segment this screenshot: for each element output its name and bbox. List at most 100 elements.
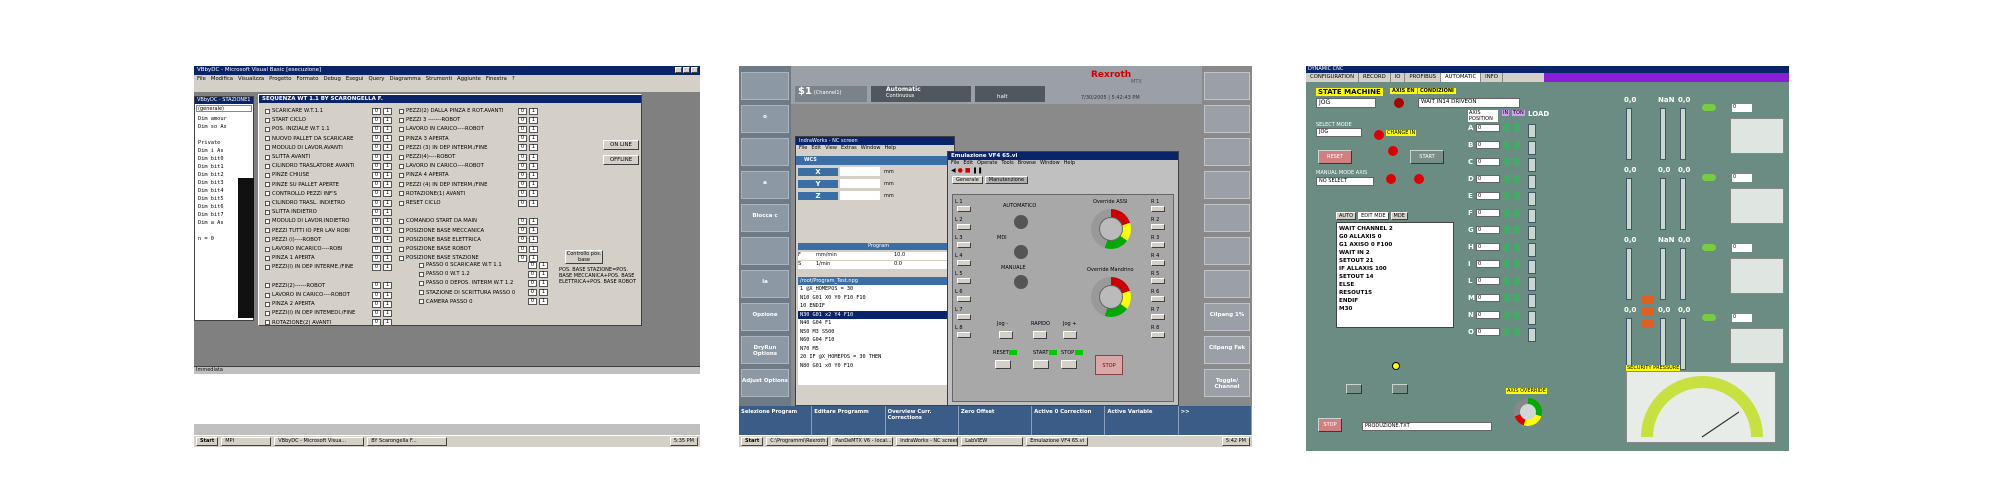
vb-menu-item[interactable]: Formato — [297, 75, 319, 84]
taskbar-item[interactable]: IndraWorks - NC screen — [896, 437, 959, 446]
vb-menu-item[interactable]: Progetto — [269, 75, 291, 84]
dcnc-tab[interactable]: CONFIGURATION — [1306, 73, 1360, 82]
row-checkbox[interactable] — [265, 200, 270, 206]
left-softkey[interactable] — [741, 237, 789, 265]
row-box-one[interactable]: 1 — [383, 135, 392, 143]
row-box-one[interactable]: 1 — [383, 300, 392, 308]
taskbar-item-vb[interactable]: VBbyDC - Microsoft Visua... — [274, 437, 365, 446]
on-line-button[interactable]: ON LINE — [603, 140, 639, 150]
reset-button[interactable]: RESET — [1318, 150, 1352, 164]
row-box-one[interactable]: 1 — [529, 135, 538, 143]
row-box-zero[interactable]: 0 — [372, 291, 381, 299]
row-box-zero[interactable]: 0 — [518, 245, 527, 253]
controllo-button[interactable]: Controllo pos. base — [565, 250, 603, 264]
program-editor[interactable]: WAIT CHANNEL 2 G0 ALLAXIS 0 G1 AXISO 0 F10… — [1336, 222, 1454, 328]
row-box-zero[interactable]: 0 — [372, 162, 381, 170]
row-box-one[interactable]: 1 — [529, 144, 538, 152]
row-box-zero[interactable]: 0 — [372, 300, 381, 308]
row-checkbox[interactable] — [399, 126, 404, 132]
row-checkbox[interactable] — [399, 182, 404, 188]
row-box-one[interactable]: 1 — [529, 181, 538, 189]
row-box-one[interactable]: 1 — [539, 289, 548, 297]
l-button[interactable] — [957, 296, 971, 302]
select-mode-dropdown[interactable]: JOG — [1316, 128, 1362, 137]
row-box-one[interactable]: 1 — [383, 291, 392, 299]
row-box-zero[interactable]: 0 — [518, 125, 527, 133]
row-box-zero[interactable]: 0 — [528, 298, 537, 306]
vb-menu-item[interactable]: Finestra — [486, 75, 507, 84]
row-checkbox[interactable] — [265, 172, 270, 178]
emu-menu-item[interactable]: Help — [1064, 160, 1075, 167]
row-box-zero[interactable]: 0 — [372, 263, 381, 271]
numeric-field[interactable]: 0 — [1732, 314, 1752, 322]
row-box-one[interactable]: 1 — [529, 116, 538, 124]
manual-mode-dropdown[interactable]: NO SELECT — [1316, 177, 1374, 186]
tab-auto[interactable]: AUTO — [1336, 212, 1357, 220]
iw-menu-item[interactable]: Window — [861, 145, 881, 152]
row-box-zero[interactable]: 0 — [518, 162, 527, 170]
row-box-one[interactable]: 1 — [383, 245, 392, 253]
row-box-one[interactable]: 1 — [529, 245, 538, 253]
bottom-softkey[interactable]: Active Variable — [1105, 406, 1179, 435]
row-box-zero[interactable]: 0 — [372, 171, 381, 179]
bottom-softkey[interactable]: Overview Curr. Corrections — [886, 406, 959, 435]
row-box-one[interactable]: 1 — [383, 199, 392, 207]
jog-plus-button[interactable] — [1063, 331, 1077, 339]
vb-menu-item[interactable]: Visualizza — [238, 75, 264, 84]
vb-menu-item[interactable]: Diagramma — [390, 75, 421, 84]
row-checkbox[interactable] — [265, 228, 270, 234]
row-box-zero[interactable]: 0 — [528, 261, 537, 269]
taskbar-item-scarongella[interactable]: BY Scarongella F... — [367, 437, 448, 446]
taskbar-item[interactable]: C:\Programmi\Rexroth... — [766, 437, 829, 446]
taskbar-item[interactable]: LabVIEW — [961, 437, 1024, 446]
row-checkbox[interactable] — [265, 310, 270, 316]
right-softkey[interactable]: Toggle/ Channel — [1204, 369, 1250, 397]
right-softkey[interactable] — [1204, 138, 1250, 166]
row-checkbox[interactable] — [399, 136, 404, 142]
jog-minus-button[interactable] — [999, 331, 1013, 339]
vb-menu-item[interactable]: File — [197, 75, 206, 84]
small-btn-2[interactable] — [1392, 384, 1408, 394]
iw-menu-item[interactable]: Help — [884, 145, 895, 152]
row-checkbox[interactable] — [399, 154, 404, 160]
row-box-one[interactable]: 1 — [529, 227, 538, 235]
row-checkbox[interactable] — [399, 145, 404, 151]
row-checkbox[interactable] — [399, 200, 404, 206]
start-button[interactable]: START — [1410, 150, 1444, 164]
vb-menu-item[interactable]: Debug — [323, 75, 340, 84]
row-box-zero[interactable]: 0 — [518, 107, 527, 115]
override-mandrino-knob[interactable] — [1091, 277, 1131, 317]
row-checkbox[interactable] — [399, 228, 404, 234]
row-box-zero[interactable]: 0 — [372, 199, 381, 207]
row-box-zero[interactable]: 0 — [372, 208, 381, 216]
reset-button[interactable] — [995, 360, 1011, 369]
tab-generale[interactable]: Generale — [952, 176, 983, 184]
dcnc-tab[interactable]: IO — [1391, 73, 1406, 82]
row-checkbox[interactable] — [419, 290, 424, 296]
row-checkbox[interactable] — [265, 292, 270, 298]
row-checkbox[interactable] — [399, 218, 404, 224]
r-button[interactable] — [1151, 332, 1165, 338]
row-checkbox[interactable] — [399, 255, 404, 261]
r-button[interactable] — [1151, 224, 1165, 230]
row-box-one[interactable]: 1 — [529, 190, 538, 198]
vertical-slider[interactable] — [1626, 248, 1632, 300]
row-box-zero[interactable]: 0 — [372, 309, 381, 317]
r-button[interactable] — [1151, 206, 1165, 212]
row-box-one[interactable]: 1 — [383, 153, 392, 161]
vb-menu-item[interactable]: Aggiunte — [457, 75, 481, 84]
row-checkbox[interactable] — [265, 182, 270, 188]
vertical-slider[interactable] — [1680, 318, 1686, 370]
row-checkbox[interactable] — [265, 283, 270, 289]
taskbar-item-mpi[interactable]: MPI — [221, 437, 272, 446]
row-box-zero[interactable]: 0 — [528, 270, 537, 278]
row-checkbox[interactable] — [419, 280, 424, 286]
row-box-one[interactable]: 1 — [529, 236, 538, 244]
vb-window-controls[interactable] — [675, 67, 698, 73]
emu-menu-item[interactable]: Operate — [977, 160, 997, 167]
vb-menu-item[interactable]: Modifica — [211, 75, 233, 84]
row-box-zero[interactable]: 0 — [372, 217, 381, 225]
row-checkbox[interactable] — [399, 246, 404, 252]
row-box-zero[interactable]: 0 — [528, 279, 537, 287]
row-box-one[interactable]: 1 — [383, 236, 392, 244]
